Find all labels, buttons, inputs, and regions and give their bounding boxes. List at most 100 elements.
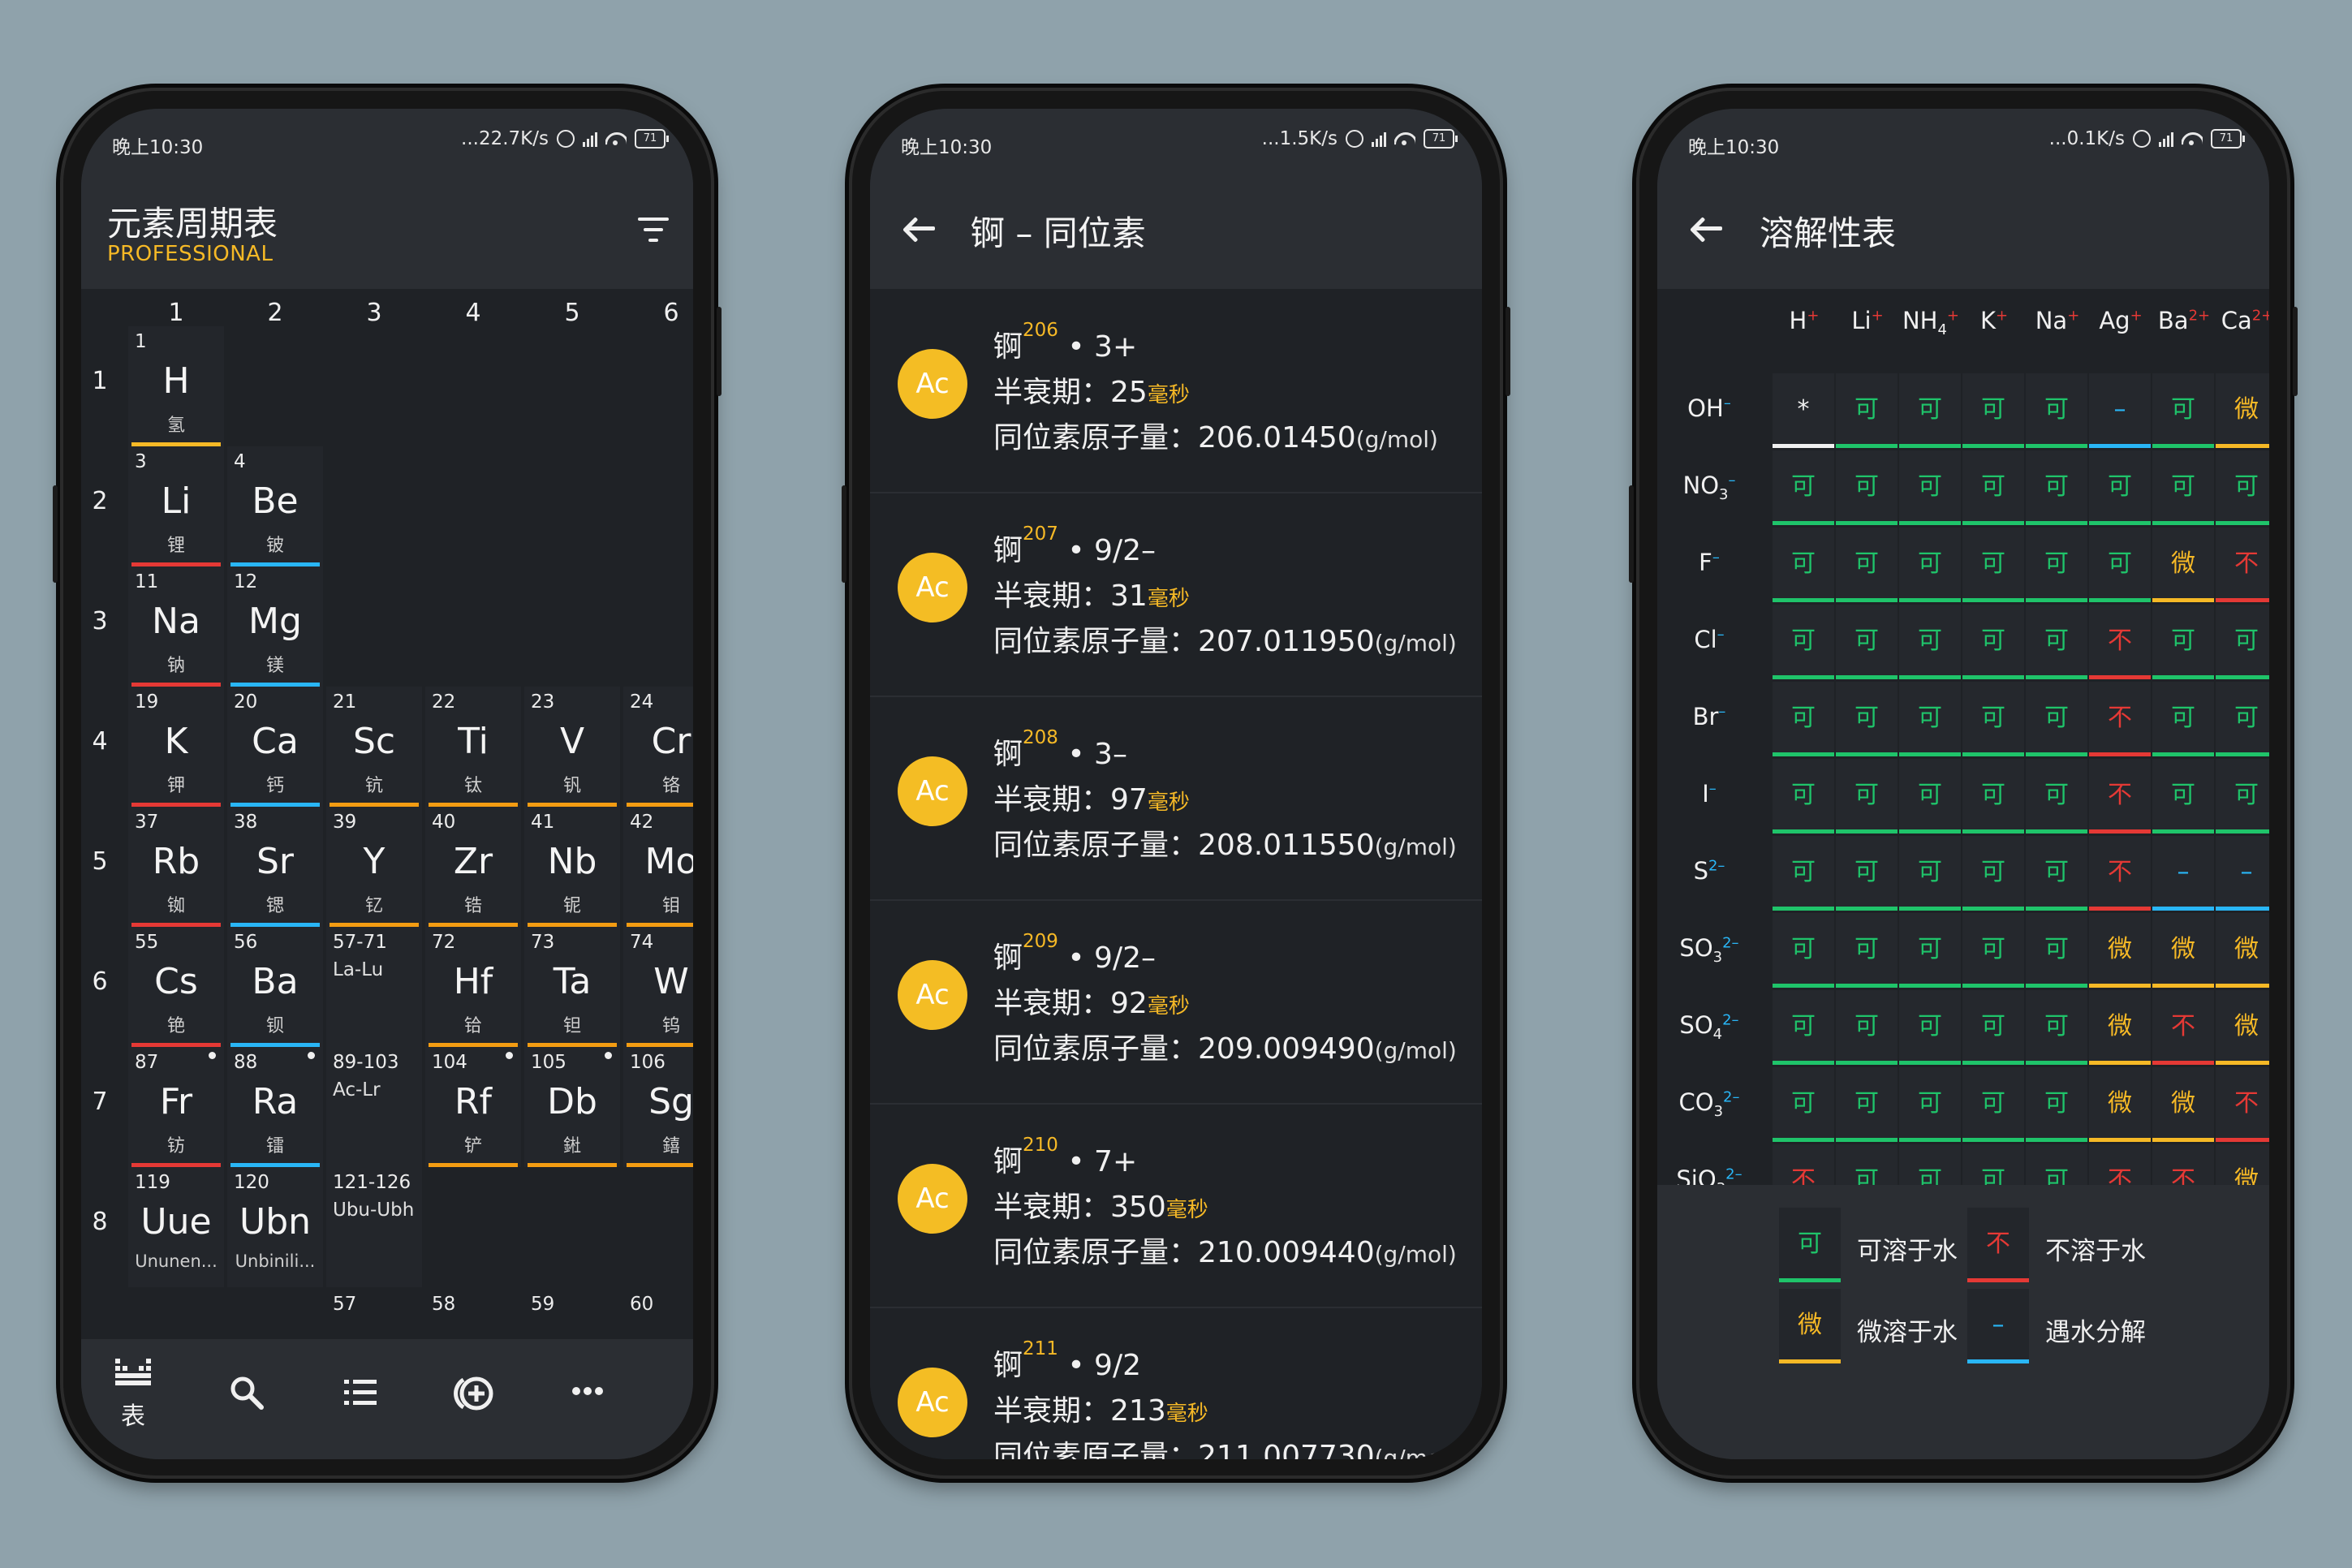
element-cell[interactable]: 72 Hf 铪	[425, 927, 521, 1047]
element-cell[interactable]: 3 Li 锂	[128, 446, 224, 566]
solubility-cell[interactable]: 可	[2026, 682, 2087, 756]
element-cell[interactable]: 21 Sc 钪	[326, 687, 422, 807]
solubility-cell[interactable]: 可	[1836, 759, 1898, 834]
isotope-list-item[interactable]: Ac 锕207 • 9/2– 半衰期：31毫秒 同位素原子量：207.011950(g…	[870, 493, 1482, 697]
solubility-cell[interactable]: 可	[1899, 682, 1961, 756]
solubility-cell[interactable]: 可	[2089, 528, 2151, 602]
solubility-cell[interactable]: 微	[2216, 373, 2269, 448]
element-cell[interactable]: 1H氢	[128, 326, 224, 446]
solubility-cell[interactable]: 可	[1899, 836, 1961, 911]
solubility-table[interactable]: H+ Li+ NH4+ K+ Na+ Ag+ Ba2+ Ca2+ OH– NO3– F– Cl– Br–…	[1657, 289, 2269, 1185]
isotope-list-item[interactable]: Ac 锕211 • 9/2 半衰期：213毫秒 同位素原子量：211.007730(g…	[870, 1307, 1482, 1459]
solubility-cell[interactable]: 可	[1962, 373, 2024, 448]
solubility-cell[interactable]: 可	[1836, 990, 1898, 1065]
solubility-cell[interactable]: 不	[2089, 759, 2151, 834]
isotope-list-item[interactable]: Ac 锕210 • 7+ 半衰期：350毫秒 同位素原子量：210.009440(g/…	[870, 1104, 1482, 1308]
isotope-list-item[interactable]: Ac 锕206 • 3+ 半衰期：25毫秒 同位素原子量：206.01450(g/mo…	[870, 289, 1482, 493]
back-arrow-icon[interactable]	[902, 211, 937, 247]
solubility-cell[interactable]: 可	[1773, 682, 1834, 756]
solubility-cell[interactable]: 微	[2152, 528, 2214, 602]
solubility-cell[interactable]: 不	[2216, 1067, 2269, 1142]
solubility-cell[interactable]: 可	[1836, 1067, 1898, 1142]
solubility-cell[interactable]: 可	[2089, 450, 2151, 525]
element-cell[interactable]: 55 Cs 铯	[128, 927, 224, 1047]
solubility-cell[interactable]: 可	[1773, 1067, 1834, 1142]
element-cell[interactable]: 73 Ta 钽	[524, 927, 620, 1047]
element-cell[interactable]: 121-126 Ubu-Ubh	[326, 1167, 422, 1287]
solubility-cell[interactable]: 不	[2216, 528, 2269, 602]
solubility-cell[interactable]: 可	[2026, 759, 2087, 834]
element-cell[interactable]: 56 Ba 钡	[227, 927, 323, 1047]
element-cell[interactable]: 104 Rf 铲	[425, 1047, 521, 1167]
solubility-cell[interactable]: 可	[1773, 913, 1834, 988]
solubility-cell[interactable]: *	[1773, 373, 1834, 448]
solubility-cell[interactable]: 不	[2089, 836, 2151, 911]
solubility-cell[interactable]: 微	[2152, 1067, 2214, 1142]
element-cell[interactable]: 24 Cr 铬	[623, 687, 693, 807]
solubility-cell[interactable]: 可	[1836, 682, 1898, 756]
solubility-cell[interactable]: 不	[2089, 682, 2151, 756]
solubility-cell[interactable]: 微	[2089, 913, 2151, 988]
solubility-cell[interactable]: 可	[2026, 836, 2087, 911]
element-cell[interactable]: 12 Mg 镁	[227, 566, 323, 687]
solubility-cell[interactable]: 可	[1899, 373, 1961, 448]
solubility-cell[interactable]: 可	[2152, 373, 2214, 448]
solubility-cell[interactable]: 可	[2026, 990, 2087, 1065]
solubility-cell[interactable]: 可	[2026, 605, 2087, 679]
solubility-cell[interactable]: 可	[1836, 528, 1898, 602]
filter-icon[interactable]	[638, 216, 669, 243]
solubility-cell[interactable]: 不	[1773, 1144, 1834, 1185]
solubility-cell[interactable]: 可	[2216, 605, 2269, 679]
element-cell[interactable]: 57-71 La-Lu	[326, 927, 422, 1047]
nav-add[interactable]	[425, 1373, 523, 1417]
back-arrow-icon[interactable]	[1690, 211, 1724, 247]
solubility-cell[interactable]: 可	[1899, 1067, 1961, 1142]
solubility-cell[interactable]: 可	[2216, 682, 2269, 756]
solubility-cell[interactable]: 可	[1773, 528, 1834, 602]
element-cell[interactable]: 58	[425, 1289, 521, 1321]
element-cell[interactable]: 42 Mo 钼	[623, 807, 693, 927]
element-cell[interactable]: 106 Sg 𨭎	[623, 1047, 693, 1167]
element-cell[interactable]: 23 V 钒	[524, 687, 620, 807]
solubility-cell[interactable]: 微	[2216, 1144, 2269, 1185]
element-cell[interactable]: 74 W 钨	[623, 927, 693, 1047]
element-cell[interactable]: 119 Uue Ununen...	[128, 1167, 224, 1287]
solubility-cell[interactable]: 可	[1899, 913, 1961, 988]
element-cell[interactable]: 39 Y 钇	[326, 807, 422, 927]
solubility-cell[interactable]: 可	[2026, 1144, 2087, 1185]
element-cell[interactable]: 19 K 钾	[128, 687, 224, 807]
solubility-cell[interactable]: 可	[1836, 1144, 1898, 1185]
solubility-cell[interactable]: 可	[1773, 990, 1834, 1065]
solubility-cell[interactable]: 可	[1962, 450, 2024, 525]
element-cell[interactable]: 40 Zr 锆	[425, 807, 521, 927]
element-cell[interactable]: 4 Be 铍	[227, 446, 323, 566]
solubility-cell[interactable]: 微	[2216, 990, 2269, 1065]
solubility-cell[interactable]: 可	[1962, 913, 2024, 988]
solubility-cell[interactable]: 可	[1962, 528, 2024, 602]
solubility-cell[interactable]: 可	[2152, 759, 2214, 834]
nav-more[interactable]	[539, 1385, 636, 1401]
solubility-cell[interactable]: –	[2152, 836, 2214, 911]
element-cell[interactable]: 37 Rb 铷	[128, 807, 224, 927]
solubility-cell[interactable]: –	[2216, 836, 2269, 911]
solubility-cell[interactable]: 可	[1899, 605, 1961, 679]
solubility-cell[interactable]: 可	[1899, 450, 1961, 525]
solubility-cell[interactable]: 不	[2089, 1144, 2151, 1185]
solubility-cell[interactable]: –	[2089, 373, 2151, 448]
solubility-cell[interactable]: 可	[1962, 1144, 2024, 1185]
solubility-cell[interactable]: 可	[2026, 1067, 2087, 1142]
solubility-cell[interactable]: 可	[2216, 759, 2269, 834]
solubility-cell[interactable]: 可	[1962, 1067, 2024, 1142]
solubility-cell[interactable]: 微	[2089, 1067, 2151, 1142]
solubility-cell[interactable]: 可	[1962, 682, 2024, 756]
solubility-cell[interactable]: 不	[2089, 605, 2151, 679]
nav-table[interactable]: 表	[84, 1357, 182, 1432]
solubility-cell[interactable]: 微	[2089, 990, 2151, 1065]
solubility-cell[interactable]: 可	[1773, 836, 1834, 911]
solubility-cell[interactable]: 可	[1773, 450, 1834, 525]
solubility-cell[interactable]: 可	[2026, 528, 2087, 602]
solubility-cell[interactable]: 可	[1836, 913, 1898, 988]
solubility-cell[interactable]: 可	[2152, 605, 2214, 679]
element-cell[interactable]: 22 Ti 钛	[425, 687, 521, 807]
element-cell[interactable]: 20 Ca 钙	[227, 687, 323, 807]
